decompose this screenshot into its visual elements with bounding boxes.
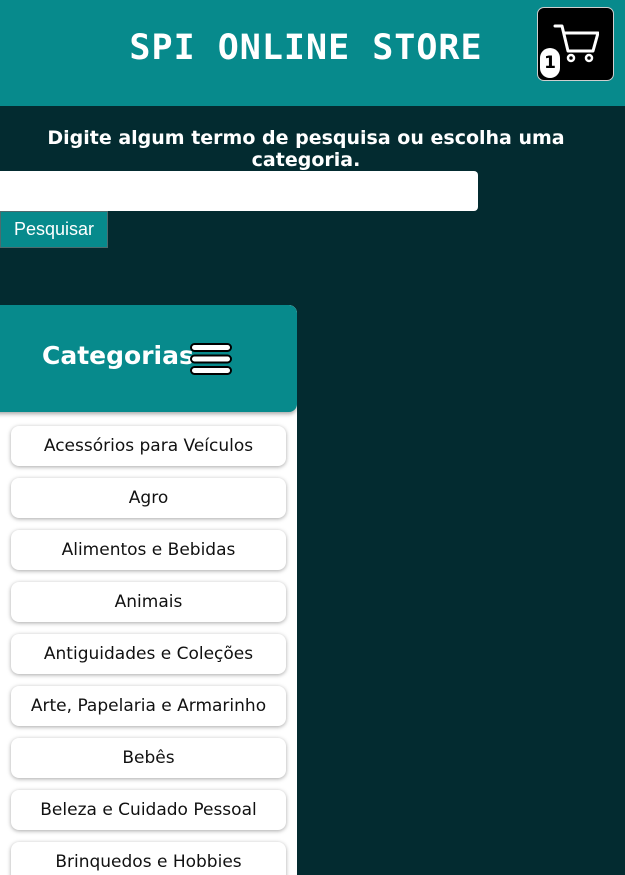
categories-header[interactable]: Categorias (0, 305, 297, 412)
category-item[interactable]: Alimentos e Bebidas (11, 530, 286, 570)
categories-title: Categorias (42, 341, 194, 370)
category-item[interactable]: Animais (11, 582, 286, 622)
category-item[interactable]: Bebês (11, 738, 286, 778)
category-item[interactable]: Antiguidades e Coleções (11, 634, 286, 674)
cart-count-badge: 1 (540, 48, 560, 78)
category-item[interactable]: Acessórios para Veículos (11, 426, 286, 466)
header-bar: SPI ONLINE STORE 1 (0, 0, 625, 106)
store-title: SPI ONLINE STORE (129, 28, 483, 68)
cart-button[interactable]: 1 (537, 7, 614, 81)
search-prompt: Digite algum termo de pesquisa ou escolh… (47, 127, 565, 171)
hamburger-menu-icon (190, 343, 232, 375)
category-item[interactable]: Agro (11, 478, 286, 518)
search-button[interactable]: Pesquisar (0, 211, 108, 248)
category-item[interactable]: Beleza e Cuidado Pessoal (11, 790, 286, 830)
category-item[interactable]: Brinquedos e Hobbies (11, 842, 286, 875)
search-input[interactable] (0, 171, 478, 211)
category-item[interactable]: Arte, Papelaria e Armarinho (11, 686, 286, 726)
categories-panel: Categorias Acessórios para Veículos Agro… (0, 305, 297, 875)
